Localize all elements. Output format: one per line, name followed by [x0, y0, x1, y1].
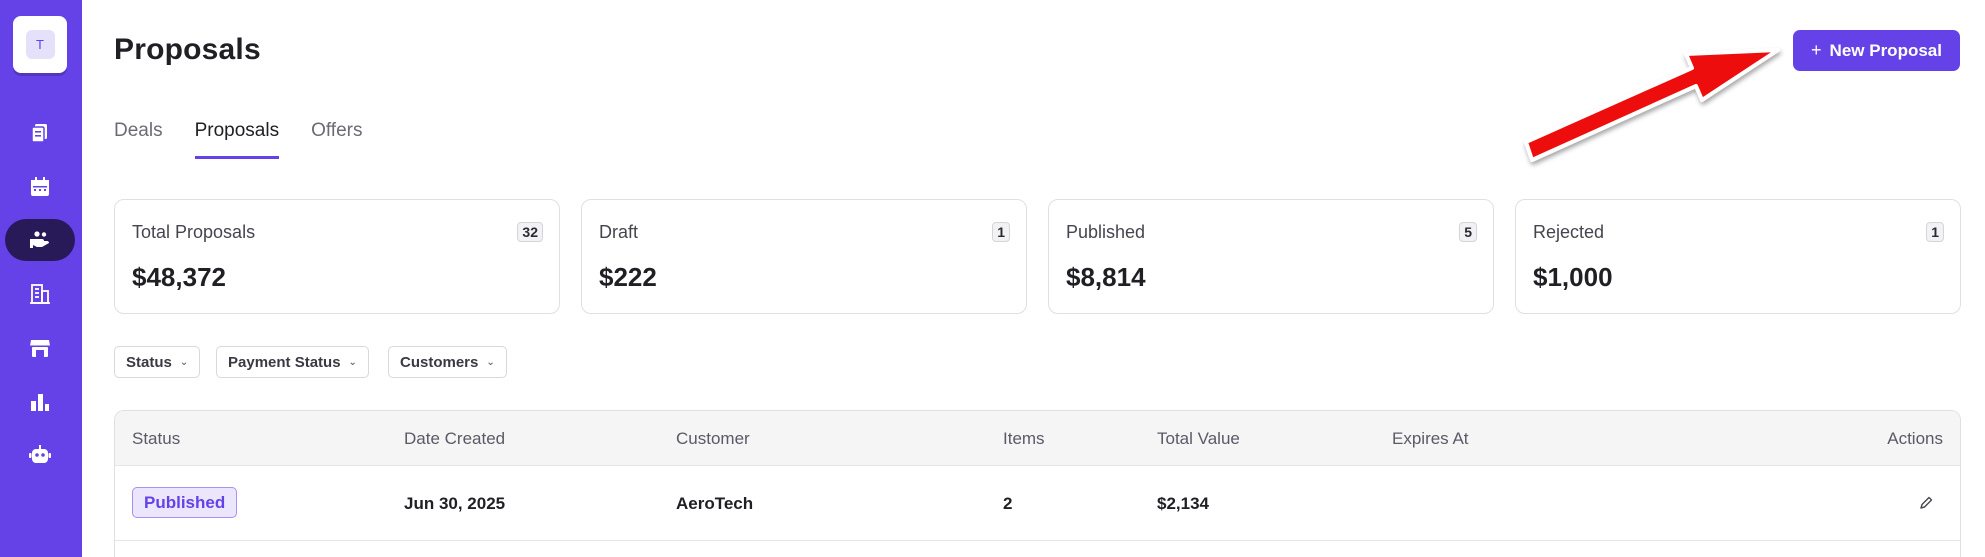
filter-payment-status[interactable]: Payment Status ⌄	[216, 346, 369, 378]
stat-label: Total Proposals	[132, 222, 256, 242]
bar-chart-icon	[31, 394, 49, 411]
store-icon	[30, 340, 50, 357]
sidebar-item-deals[interactable]	[5, 219, 75, 261]
tab-bar: Deals Proposals Offers	[114, 120, 394, 159]
column-header-date-created[interactable]: Date Created	[404, 429, 505, 449]
sidebar-item-companies[interactable]	[5, 273, 75, 315]
column-header-items[interactable]: Items	[1003, 429, 1045, 449]
chevron-down-icon: ⌄	[486, 356, 495, 368]
filter-status[interactable]: Status ⌄	[114, 346, 201, 378]
robot-icon	[29, 445, 51, 463]
sidebar-item-reports[interactable]	[5, 381, 75, 423]
stat-card-published[interactable]: Published 5 $8,814	[1048, 199, 1494, 314]
workspace-avatar[interactable]: T	[13, 16, 67, 73]
filter-label: Customers	[400, 353, 479, 371]
plus-icon: +	[1811, 40, 1822, 60]
sidebar-item-documents[interactable]	[5, 112, 75, 154]
column-header-total-value[interactable]: Total Value	[1157, 429, 1240, 449]
hand-deal-icon	[30, 231, 49, 248]
page-title: Proposals	[114, 33, 261, 66]
stat-value: $222	[599, 262, 657, 292]
stat-count-badge: 5	[1459, 222, 1477, 242]
table-row[interactable]: Published Jun 30, 2025 AeroTech 2 $2,134	[115, 466, 1960, 541]
stat-card-draft[interactable]: Draft 1 $222	[581, 199, 1027, 314]
stat-value: $8,814	[1066, 262, 1146, 292]
column-header-actions: Actions	[1887, 429, 1943, 448]
sidebar-item-calendar[interactable]	[5, 166, 75, 208]
sidebar-item-store[interactable]	[5, 327, 75, 369]
edit-button[interactable]	[1914, 491, 1938, 515]
tab-offers[interactable]: Offers	[311, 120, 362, 159]
tab-deals[interactable]: Deals	[114, 120, 163, 159]
new-proposal-button[interactable]: + New Proposal	[1793, 30, 1960, 71]
cell-customer: AeroTech	[676, 494, 754, 513]
sidebar-item-ai[interactable]	[5, 434, 75, 476]
pencil-icon	[1920, 496, 1933, 509]
stat-value: $1,000	[1533, 262, 1613, 292]
building-icon	[30, 284, 50, 304]
chevron-down-icon: ⌄	[348, 356, 357, 368]
stat-count-badge: 1	[992, 222, 1010, 242]
filter-customers[interactable]: Customers ⌄	[388, 346, 507, 378]
cell-total-value: $2,134	[1157, 494, 1209, 513]
workspace-initial: T	[25, 30, 55, 59]
annotation-arrow-icon	[1524, 48, 1780, 162]
column-header-customer[interactable]: Customer	[676, 429, 750, 449]
filter-label: Status	[126, 353, 172, 371]
stat-label: Draft	[599, 222, 639, 242]
stat-count-badge: 32	[517, 222, 543, 242]
column-header-status[interactable]: Status	[132, 429, 180, 449]
cell-date-created: Jun 30, 2025	[404, 494, 506, 513]
calendar-icon	[31, 177, 49, 196]
stat-count-badge: 1	[1926, 222, 1944, 242]
stat-card-total[interactable]: Total Proposals 32 $48,372	[114, 199, 560, 314]
tab-proposals[interactable]: Proposals	[194, 120, 280, 159]
stat-label: Rejected	[1533, 222, 1605, 242]
column-header-expires-at[interactable]: Expires At	[1392, 429, 1469, 449]
documents-icon	[31, 124, 47, 143]
new-proposal-label: New Proposal	[1829, 40, 1942, 60]
table-header: Status Date Created Customer Items Total…	[115, 411, 1960, 466]
cell-items: 2	[1003, 494, 1013, 513]
chevron-down-icon: ⌄	[179, 356, 189, 368]
stat-card-rejected[interactable]: Rejected 1 $1,000	[1515, 199, 1961, 314]
proposals-table: Status Date Created Customer Items Total…	[114, 410, 1961, 557]
status-badge: Published	[132, 487, 238, 518]
stat-label: Published	[1066, 222, 1146, 242]
sidebar: T	[0, 0, 82, 557]
stat-value: $48,372	[132, 262, 226, 292]
filter-label: Payment Status	[228, 353, 341, 371]
